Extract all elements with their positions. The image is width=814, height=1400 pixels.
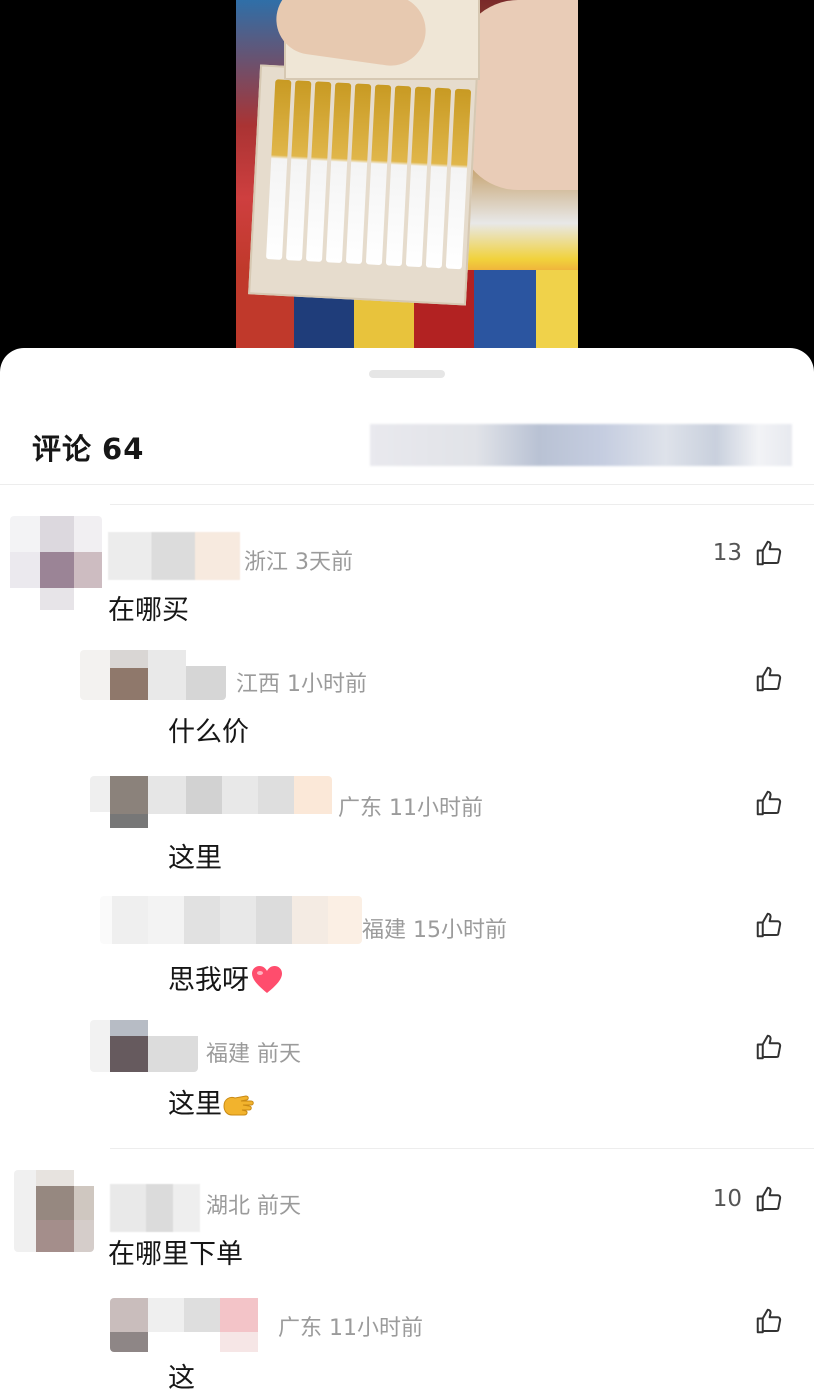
comment-text[interactable]: 这 bbox=[168, 1356, 195, 1395]
username-blurred[interactable] bbox=[110, 1184, 200, 1232]
comment-text[interactable]: 什么价 bbox=[168, 710, 249, 749]
thumbs-up-icon bbox=[756, 1308, 782, 1334]
heart-icon bbox=[252, 966, 282, 993]
hand-icon bbox=[223, 1095, 254, 1116]
blurred-header-content bbox=[370, 424, 792, 466]
thumbs-up-icon bbox=[756, 912, 782, 938]
like-button[interactable] bbox=[754, 1306, 784, 1336]
comment-meta: 浙江 3天前 bbox=[244, 550, 353, 575]
comment-meta: 福建 15小时前 bbox=[362, 918, 507, 943]
comment-title-label: 评论 bbox=[32, 432, 93, 466]
video-cigarette-pack bbox=[248, 64, 478, 306]
comment-count-title: 评论 64 bbox=[32, 426, 154, 468]
thumbs-up-icon bbox=[756, 540, 782, 566]
like-button[interactable] bbox=[754, 910, 784, 940]
comment-text-content: 思我呀 bbox=[168, 965, 249, 996]
like-button[interactable] bbox=[754, 788, 784, 818]
comment-text[interactable]: 在哪里下单 bbox=[108, 1232, 243, 1271]
comment-meta: 江西 1小时前 bbox=[236, 672, 367, 697]
avatar[interactable] bbox=[90, 1020, 198, 1072]
avatar[interactable] bbox=[14, 1170, 94, 1252]
thumbs-up-icon bbox=[756, 1186, 782, 1212]
thumbs-up-icon bbox=[756, 1034, 782, 1060]
comment-sheet: 评论 64 浙江 3天前 在哪买 13 江西 1小时前 什么价 广东 11小时前… bbox=[0, 348, 814, 1400]
comment-text[interactable]: 在哪买 bbox=[108, 588, 189, 627]
thumbs-up-icon bbox=[756, 790, 782, 816]
comment-text-content: 这里 bbox=[168, 1089, 222, 1120]
divider bbox=[110, 504, 814, 505]
avatar[interactable] bbox=[80, 650, 226, 700]
comment-count: 64 bbox=[102, 432, 145, 466]
divider bbox=[0, 484, 814, 485]
drag-handle[interactable] bbox=[369, 370, 445, 378]
avatar[interactable] bbox=[100, 896, 362, 944]
comment-text[interactable]: 思我呀 bbox=[168, 958, 283, 997]
comment-meta: 广东 11小时前 bbox=[338, 796, 483, 821]
like-count: 10 bbox=[712, 1186, 742, 1212]
avatar[interactable] bbox=[90, 776, 332, 828]
comment-meta: 福建 前天 bbox=[206, 1042, 301, 1067]
avatar[interactable] bbox=[10, 516, 102, 610]
like-button[interactable] bbox=[754, 1032, 784, 1062]
comment-meta: 广东 11小时前 bbox=[278, 1316, 423, 1341]
avatar[interactable] bbox=[110, 1298, 270, 1352]
like-count: 13 bbox=[712, 540, 742, 566]
video-player[interactable] bbox=[0, 0, 814, 360]
thumbs-up-icon bbox=[756, 666, 782, 692]
like-button[interactable]: 13 bbox=[713, 538, 784, 568]
like-button[interactable]: 10 bbox=[713, 1184, 784, 1214]
comment-meta: 湖北 前天 bbox=[206, 1194, 301, 1219]
video-frame bbox=[236, 0, 578, 360]
comment-text[interactable]: 这里 bbox=[168, 1082, 256, 1121]
username-blurred[interactable] bbox=[108, 532, 240, 580]
divider bbox=[110, 1148, 814, 1149]
comment-text[interactable]: 这里 bbox=[168, 836, 222, 875]
like-button[interactable] bbox=[754, 664, 784, 694]
